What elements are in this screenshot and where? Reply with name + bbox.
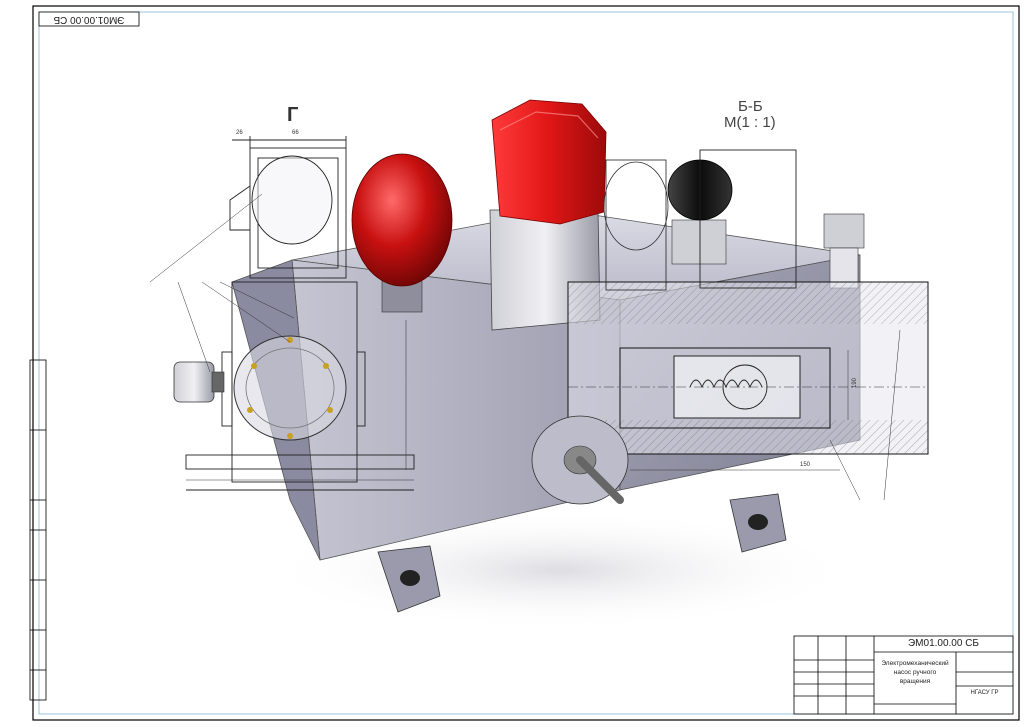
side-motor	[173, 361, 225, 403]
title-block-designation: ЭМ01.00.00 СБ	[907, 638, 979, 649]
dim-base: 150	[800, 462, 811, 468]
title-block-name-3: вращения	[899, 678, 931, 685]
title-block-name-2: насос ручного	[893, 669, 937, 676]
dim-top-b: 66	[292, 130, 299, 136]
corner-stamp-text: ЭМ01.00.00 СБ	[53, 14, 125, 25]
view-label-g: Г	[287, 104, 299, 126]
title-block-org: НГАСУ ГР	[970, 690, 999, 696]
title-block-name-1: Электромеханический	[881, 660, 949, 667]
section-view-bb	[567, 149, 929, 455]
right-small-knob	[823, 213, 865, 289]
front-flange	[233, 335, 347, 441]
dim-right: 190	[852, 377, 859, 389]
dim-top-a: 26	[236, 130, 243, 136]
drawing-sheet	[29, 5, 1020, 721]
section-title: Б-Б	[738, 98, 763, 115]
section-scale: М(1 : 1)	[724, 114, 776, 131]
handwheel	[531, 415, 629, 505]
